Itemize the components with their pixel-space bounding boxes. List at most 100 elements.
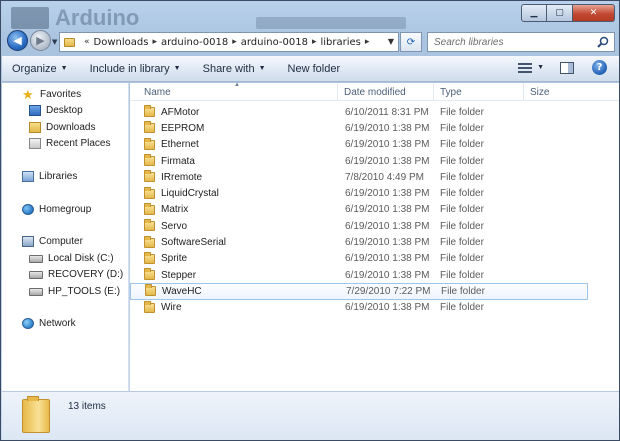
nav-downloads[interactable]: Downloads (29, 122, 95, 133)
table-row[interactable]: Stepper 6/19/2010 1:38 PM File folder (130, 267, 619, 283)
file-type: File folder (440, 139, 484, 151)
nav-desktop-label: Desktop (46, 105, 83, 116)
folder-icon (144, 235, 155, 248)
file-date: 7/29/2010 7:22 PM (346, 285, 431, 297)
file-name-cell: EEPROM (130, 121, 338, 134)
organize-button[interactable]: Organize ▼ (12, 63, 68, 75)
nav-network[interactable]: Network (22, 318, 76, 329)
nav-desktop[interactable]: Desktop (29, 105, 83, 116)
crumb-arduino-0018[interactable]: arduino-0018 (161, 37, 228, 48)
preview-pane-icon[interactable] (560, 61, 574, 74)
toolbar-right-group: ▼ ? (517, 60, 607, 75)
maximize-button[interactable]: ▢ (547, 4, 573, 22)
file-name: Servo (161, 220, 188, 232)
file-date: 7/8/2010 4:49 PM (345, 171, 424, 183)
file-name: SoftwareSerial (161, 237, 227, 249)
file-name-cell: Servo (130, 219, 338, 232)
table-row[interactable]: Ethernet 6/19/2010 1:38 PM File folder (130, 137, 619, 153)
nav-computer[interactable]: Computer (22, 236, 83, 247)
new-folder-button[interactable]: New folder (288, 63, 341, 75)
view-options-dropdown-icon[interactable]: ▼ (537, 64, 544, 71)
search-input[interactable] (434, 36, 594, 48)
back-button[interactable]: ◀ (7, 30, 28, 51)
table-row[interactable]: Firmata 6/19/2010 1:38 PM File folder (130, 153, 619, 169)
file-name-cell: Matrix (130, 202, 338, 215)
nav-libraries[interactable]: Libraries (22, 171, 77, 182)
file-name: Stepper (161, 269, 197, 281)
table-row[interactable]: Wire 6/19/2010 1:38 PM File folder (130, 300, 619, 316)
address-bar[interactable]: « Downloads ▸ arduino-0018 ▸ arduino-001… (59, 32, 399, 52)
crumb-chevron-icon[interactable]: ▸ (232, 37, 237, 47)
forward-button[interactable]: ▶ (30, 30, 51, 51)
nav-hp-tools[interactable]: HP_TOOLS (E:) (29, 286, 120, 297)
column-header-date[interactable]: Date modified (338, 83, 434, 101)
file-date: 6/19/2010 1:38 PM (345, 188, 430, 200)
refresh-button[interactable]: ⟳ (400, 32, 422, 52)
table-row[interactable]: LiquidCrystal 6/19/2010 1:38 PM File fol… (130, 185, 619, 201)
table-row[interactable]: Sprite 6/19/2010 1:38 PM File folder (130, 251, 619, 267)
column-header-name[interactable]: Name ▲ (130, 82, 338, 101)
column-header-size[interactable]: Size (524, 83, 584, 101)
column-header-type[interactable]: Type (434, 83, 524, 101)
table-row[interactable]: EEPROM 6/19/2010 1:38 PM File folder (130, 120, 619, 136)
share-with-label: Share with (202, 62, 255, 75)
recent-places-icon (29, 138, 41, 149)
file-name-cell: Sprite (130, 251, 338, 265)
search-icon[interactable] (597, 36, 609, 48)
crumb-chevron-icon[interactable]: ▸ (312, 37, 317, 47)
crumb-downloads[interactable]: Downloads (94, 37, 149, 48)
desktop-icon (29, 105, 41, 116)
crumb-chevron-icon[interactable]: ▸ (152, 37, 157, 47)
file-type: File folder (440, 220, 484, 232)
file-name: IRremote (161, 171, 203, 183)
file-date: 6/19/2010 1:38 PM (345, 155, 430, 167)
include-in-library-button[interactable]: Include in library ▼ (90, 63, 181, 75)
nav-downloads-label: Downloads (46, 122, 96, 133)
column-header-row: Name ▲ Date modified Type Size (130, 82, 619, 101)
folder-icon (145, 284, 156, 297)
nav-homegroup[interactable]: Homegroup (22, 204, 91, 215)
nav-homegroup-label: Homegroup (39, 204, 92, 215)
nav-favorites[interactable]: ★ Favorites (22, 88, 81, 101)
table-row[interactable]: Matrix 6/19/2010 1:38 PM File folder (130, 202, 619, 218)
file-date: 6/19/2010 1:38 PM (345, 269, 430, 281)
table-row-hovered[interactable]: WaveHC 7/29/2010 7:22 PM File folder (130, 283, 588, 300)
nav-local-disk[interactable]: Local Disk (C:) (29, 253, 114, 264)
table-row[interactable]: IRremote 7/8/2010 4:49 PM File folder (130, 169, 619, 185)
crumb-arduino-0018-inner[interactable]: arduino-0018 (241, 37, 308, 48)
table-row[interactable]: SoftwareSerial 6/19/2010 1:38 PM File fo… (130, 234, 619, 250)
search-box[interactable] (427, 32, 615, 52)
close-button[interactable]: ✕ (573, 4, 615, 22)
help-icon[interactable]: ? (592, 60, 607, 75)
forward-arrow-icon: ▶ (36, 34, 45, 47)
computer-icon (22, 236, 34, 247)
recent-pages-dropdown[interactable]: ▼ (52, 38, 57, 46)
file-type: File folder (440, 155, 484, 167)
nav-hp-tools-label: HP_TOOLS (E:) (48, 286, 121, 297)
sort-ascending-icon: ▲ (234, 82, 240, 88)
folder-icon (144, 300, 155, 313)
change-view-icon[interactable] (517, 61, 533, 75)
minimize-button[interactable]: ▁ (521, 4, 547, 22)
file-date: 6/10/2011 8:31 PM (345, 106, 429, 118)
address-dropdown-icon[interactable]: ▼ (388, 37, 394, 46)
nav-recovery[interactable]: RECOVERY (D:) (29, 269, 123, 280)
crumb-libraries[interactable]: libraries (321, 37, 361, 48)
share-with-button[interactable]: Share with ▼ (203, 63, 266, 75)
nav-recent-places-label: Recent Places (46, 138, 111, 149)
table-row[interactable]: Servo 6/19/2010 1:38 PM File folder (130, 218, 619, 234)
table-row[interactable]: AFMotor 6/10/2011 8:31 PM File folder (130, 104, 619, 120)
file-name-cell: AFMotor (130, 105, 338, 118)
file-name: Sprite (161, 253, 188, 265)
navigation-pane: ★ Favorites Desktop Downloads Recent Pla… (2, 83, 129, 391)
file-date: 6/19/2010 1:38 PM (345, 122, 430, 134)
file-name: LiquidCrystal (161, 188, 219, 200)
file-rows: AFMotor 6/10/2011 8:31 PM File folder EE… (130, 104, 619, 316)
file-type: File folder (440, 171, 484, 183)
crumb-overflow[interactable]: « (84, 37, 90, 47)
nav-recent-places[interactable]: Recent Places (29, 138, 110, 149)
nav-network-label: Network (39, 318, 76, 329)
crumb-chevron-icon[interactable]: ▸ (365, 37, 370, 47)
nav-libraries-label: Libraries (39, 171, 78, 182)
column-type-label: Type (440, 86, 462, 98)
